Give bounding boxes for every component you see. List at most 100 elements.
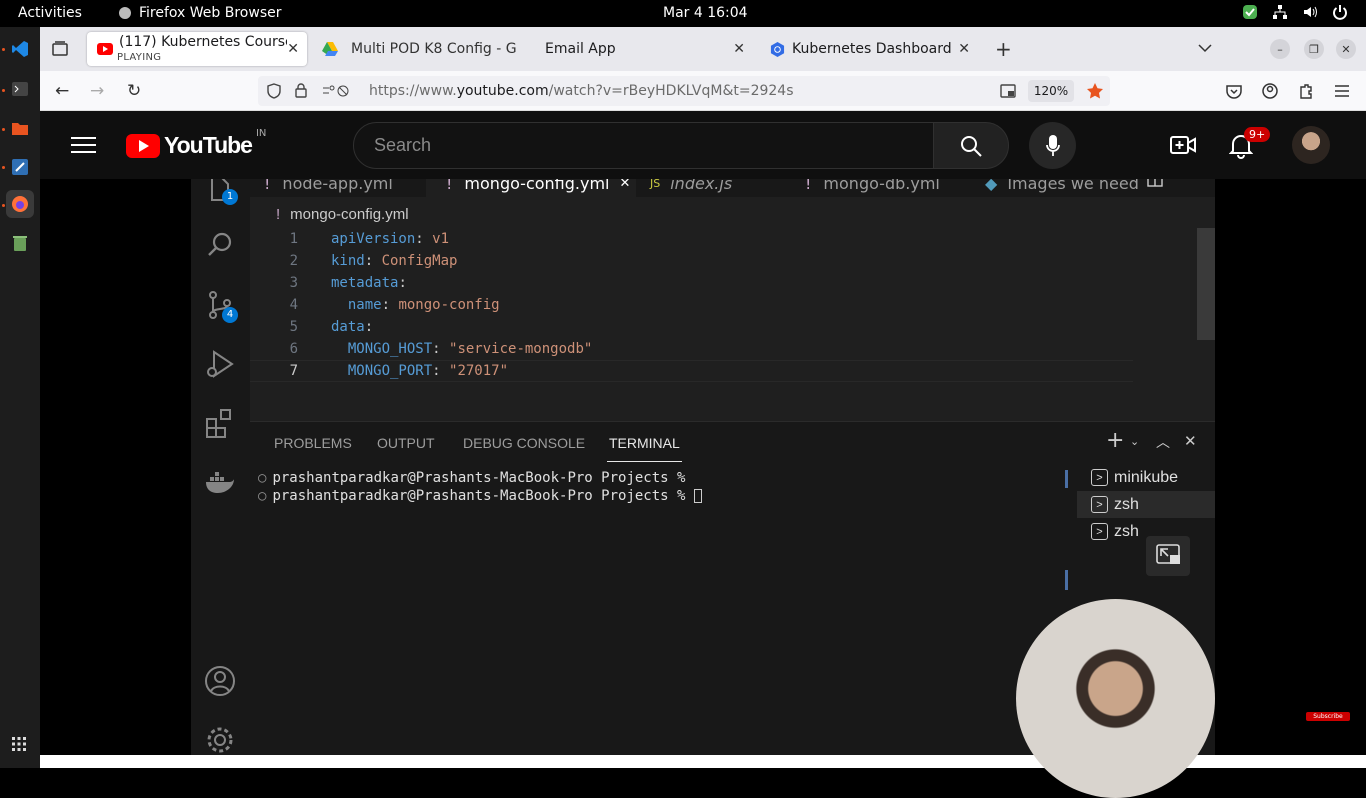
close-tab-icon[interactable]: ✕ (958, 41, 970, 57)
terminal-line: ○ prashantparadkar@Prashants-MacBook-Pro … (258, 488, 702, 504)
maximize-button[interactable]: ❐ (1304, 39, 1324, 59)
line-number: 7 (289, 363, 298, 379)
trash-launcher[interactable] (6, 229, 34, 257)
network-icon[interactable] (1272, 4, 1288, 20)
create-video-icon[interactable] (1170, 134, 1196, 156)
new-tab-button[interactable]: + (995, 37, 1012, 61)
pocket-icon[interactable] (1226, 83, 1242, 99)
code-text: MONGO_PORT: "27017" (347, 363, 509, 379)
account-icon[interactable] (1262, 83, 1278, 99)
zoom-level[interactable]: 120% (1028, 80, 1074, 102)
list-all-tabs-icon[interactable] (1198, 43, 1212, 53)
url-text: https://www.youtube.com/watch?v=rBeyHDKL… (369, 83, 794, 99)
picture-in-picture-icon[interactable] (1000, 84, 1016, 98)
code-editor: 1 apiVersion: v1 2 kind: ConfigMap 3 metadata… (250, 228, 1130, 418)
close-window-button[interactable]: ✕ (1336, 39, 1356, 59)
editor-tab: ◆ Images we need (985, 179, 1139, 193)
tab-title: (117) Kubernetes Course (119, 34, 287, 50)
notifications-button[interactable]: 9+ (1228, 127, 1271, 163)
code-text: kind: ConfigMap (331, 253, 458, 269)
close-tab-icon[interactable]: ✕ (287, 41, 299, 57)
youtube-logo[interactable]: YouTube IN (126, 128, 266, 159)
firefox-launcher[interactable] (6, 190, 34, 218)
forward-button[interactable]: → (90, 81, 104, 101)
line-number: 3 (289, 275, 298, 291)
files-launcher[interactable] (6, 114, 34, 142)
tab-google-doc[interactable]: Multi POD K8 Config - Go (312, 32, 530, 66)
firefox-icon (12, 196, 28, 212)
search-icon (208, 232, 232, 256)
power-icon[interactable] (1332, 4, 1348, 20)
minimap-scrollbar (1197, 228, 1215, 340)
youtube-logo-icon (126, 133, 160, 158)
youtube-header: YouTube IN Search 9+ (40, 111, 1366, 179)
clock[interactable]: Mar 4 16:04 (663, 5, 748, 21)
chevron-down-icon: ⌄ (1130, 435, 1140, 448)
bookmark-star-icon[interactable] (1086, 82, 1104, 100)
lock-icon[interactable] (295, 83, 307, 98)
picture-in-picture-icon (1156, 544, 1180, 564)
hamburger-menu-icon[interactable] (71, 135, 96, 155)
running-indicator (2, 48, 5, 51)
youtube-logo-text: YouTube (164, 132, 253, 158)
extensions-icon[interactable] (1298, 83, 1314, 99)
running-indicator (2, 128, 5, 131)
search-icon (961, 135, 982, 157)
editor-tab: ! node-app.yml (264, 179, 393, 193)
tab-playing-label: PLAYING (117, 52, 162, 63)
update-check-icon[interactable] (1242, 4, 1258, 20)
terminal-line: ○ prashantparadkar@Prashants-MacBook-Pro … (258, 470, 686, 486)
minimize-button[interactable]: – (1270, 39, 1290, 59)
firefox-view-icon[interactable] (52, 41, 68, 57)
system-top-bar: Activities Firefox Web Browser Mar 4 16:… (0, 0, 1366, 27)
text-editor-launcher[interactable] (6, 153, 34, 181)
show-apps-button[interactable] (12, 736, 26, 755)
close-icon: ✕ (619, 179, 631, 191)
app-grid-icon (12, 737, 26, 751)
vscode-launcher[interactable] (6, 35, 34, 63)
avatar[interactable] (1292, 126, 1330, 164)
close-tab-icon[interactable]: ✕ (733, 41, 745, 57)
terminal-icon (12, 82, 28, 96)
reload-button[interactable]: ↻ (127, 81, 141, 101)
maximize-panel-icon: ︿ (1156, 435, 1170, 451)
url-bar[interactable]: https://www.youtube.com/watch?v=rBeyHDKL… (258, 76, 1110, 106)
close-panel-icon: ✕ (1184, 432, 1197, 450)
pip-toggle (1146, 536, 1190, 576)
subscribe-watermark[interactable]: Subscribe (1306, 712, 1350, 721)
menu-icon[interactable] (1334, 84, 1350, 98)
presenter-webcam-overlay (1016, 599, 1215, 798)
search-input[interactable]: Search (353, 122, 934, 169)
source-control-badge: 4 (222, 307, 238, 323)
browser-tab-strip: (117) Kubernetes Course PLAYING ✕ Multi … (40, 27, 1366, 71)
back-button[interactable]: ← (55, 81, 69, 101)
terminal-launcher[interactable] (6, 76, 34, 104)
code-line: 3 metadata: (250, 272, 1130, 294)
voice-search-button[interactable] (1029, 122, 1076, 169)
docker-icon (206, 472, 234, 493)
split-editor-icon (1147, 179, 1163, 187)
code-line: 5 data: (250, 316, 1130, 338)
tab-debug-console: DEBUG CONSOLE (463, 435, 586, 451)
app-menu[interactable]: Firefox Web Browser (118, 5, 282, 21)
search-button[interactable] (933, 122, 1009, 169)
breadcrumb: ! mongo-config.yml (276, 206, 409, 223)
search-placeholder: Search (374, 135, 432, 155)
line-number: 5 (289, 319, 298, 335)
tab-email-app[interactable]: Email App ✕ (535, 32, 753, 66)
more-actions-icon: ··· (1177, 179, 1192, 186)
accounts-icon (205, 666, 235, 696)
permissions-icon[interactable] (322, 84, 352, 98)
tab-youtube[interactable]: (117) Kubernetes Course PLAYING ✕ (87, 32, 307, 66)
activities-button[interactable]: Activities (18, 5, 82, 21)
google-drive-icon (322, 42, 338, 56)
editor-tab-bar: ! node-app.yml ! mongo-config.yml ✕ JS index… (250, 179, 1215, 197)
editor-tab: JS index.js (650, 179, 733, 193)
tab-kubernetes-dashboard[interactable]: Kubernetes Dashboard ✕ (760, 32, 978, 66)
line-number: 2 (289, 253, 298, 269)
code-line: 6 MONGO_HOST: "service-mongodb" (250, 338, 1130, 360)
system-tray[interactable] (1242, 4, 1348, 20)
tracking-shield-icon[interactable] (267, 83, 281, 99)
volume-icon[interactable] (1302, 4, 1318, 20)
terminal-list-item: > zsh (1077, 491, 1215, 518)
